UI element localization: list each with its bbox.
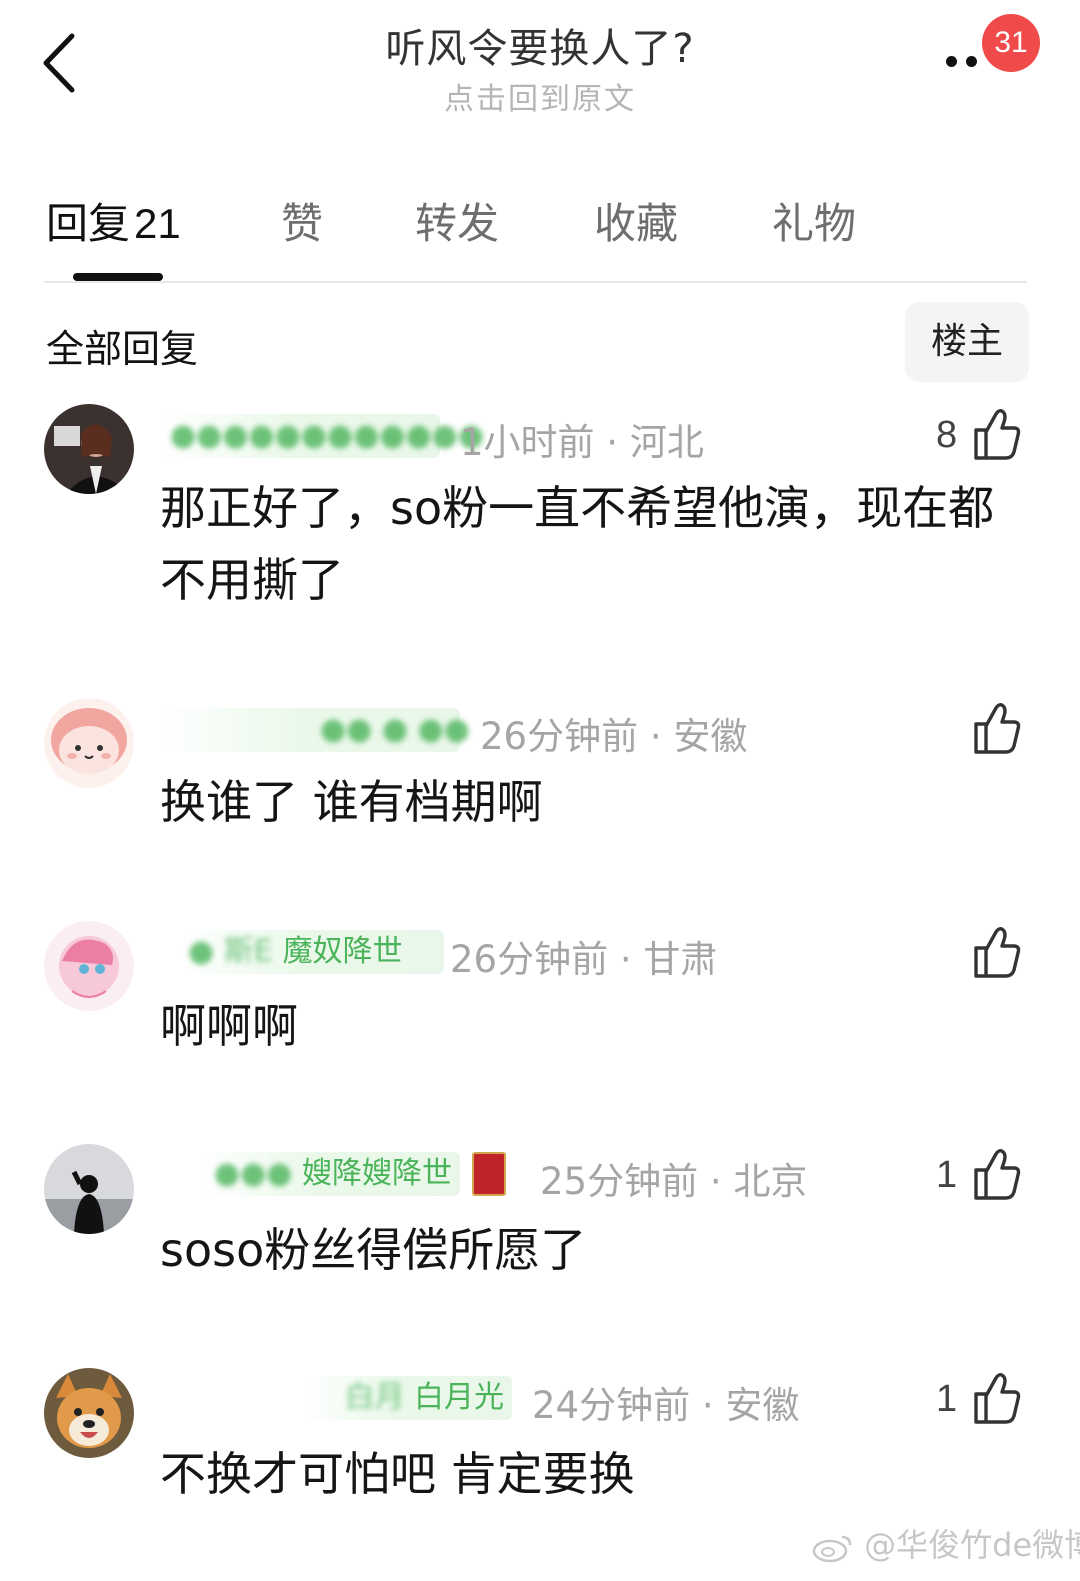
- like-count: 1: [936, 1378, 958, 1420]
- like-button[interactable]: 1: [936, 1370, 1026, 1430]
- comment-meta: 26分钟前 · 安徽: [480, 715, 748, 758]
- username-text: 魔奴降世: [282, 934, 403, 969]
- like-count: 1: [936, 1154, 958, 1196]
- tab-replies[interactable]: 回复21: [46, 190, 181, 251]
- thumb-up-icon: [974, 1149, 1021, 1200]
- watermark-text: @华俊竹de微博: [864, 1526, 1080, 1564]
- comment-text: 啊啊啊: [160, 999, 298, 1053]
- comment-meta: 26分钟前 · 甘肃: [450, 938, 718, 981]
- watermark: @华俊竹de微博: [812, 1520, 1080, 1566]
- op-filter-button[interactable]: 楼主: [905, 302, 1029, 382]
- username[interactable]: ●●● 嫂降嫂降世: [200, 1152, 460, 1196]
- username-text: 白月光: [414, 1380, 504, 1415]
- thumb-up-icon: [974, 409, 1021, 460]
- thumb-up-icon: [974, 703, 1021, 754]
- username[interactable]: ●●●●●●●●●●●●: [162, 414, 484, 458]
- avatar[interactable]: [44, 921, 134, 1011]
- avatar[interactable]: [44, 1368, 134, 1458]
- comment-meta: 24分钟前 · 安徽: [532, 1384, 800, 1427]
- username[interactable]: 白月 白月光: [300, 1376, 512, 1420]
- back-to-post-link[interactable]: 点击回到原文: [0, 74, 1080, 118]
- tab-reposts[interactable]: 转发: [415, 190, 499, 251]
- like-button[interactable]: [972, 700, 1026, 760]
- like-count: 8: [936, 414, 958, 456]
- badge-medal-icon: [472, 1152, 506, 1196]
- avatar[interactable]: [44, 1144, 134, 1234]
- comment-text: 那正好了，so粉一直不希望他演，现在都不用撕了: [160, 481, 995, 607]
- like-button[interactable]: [972, 924, 1026, 984]
- avatar[interactable]: [44, 404, 134, 494]
- username[interactable]: ● 斯E 魔奴降世: [180, 930, 444, 974]
- tab-divider: [44, 281, 1027, 283]
- section-title: 全部回复: [46, 327, 199, 371]
- username[interactable]: ●● ● ●●: [162, 708, 470, 752]
- reply-count: 21: [134, 200, 181, 247]
- like-button[interactable]: 8: [936, 406, 1026, 466]
- comment-meta: 25分钟前 · 北京: [540, 1160, 808, 1203]
- comment-text: 不换才可怕吧 肯定要换: [160, 1447, 635, 1501]
- notification-badge: 31: [982, 14, 1040, 72]
- comment-meta: 1小时前 · 河北: [460, 421, 704, 464]
- weibo-logo-icon: [812, 1535, 852, 1563]
- tab-favorites[interactable]: 收藏: [594, 190, 678, 251]
- username-text: 嫂降嫂降世: [302, 1156, 452, 1191]
- comment-text: soso粉丝得偿所愿了: [160, 1223, 587, 1277]
- page-title: 听风令要换人了?: [385, 26, 695, 72]
- comment-text: 换谁了 谁有档期啊: [160, 775, 543, 829]
- active-tab-indicator: [73, 273, 163, 281]
- avatar[interactable]: [44, 698, 134, 788]
- like-button[interactable]: 1: [936, 1146, 1026, 1206]
- thumb-up-icon: [974, 927, 1021, 978]
- tab-gifts[interactable]: 礼物: [772, 190, 856, 251]
- tab-likes[interactable]: 赞: [281, 190, 323, 251]
- tab-label: 回复: [46, 199, 131, 248]
- thumb-up-icon: [974, 1373, 1021, 1424]
